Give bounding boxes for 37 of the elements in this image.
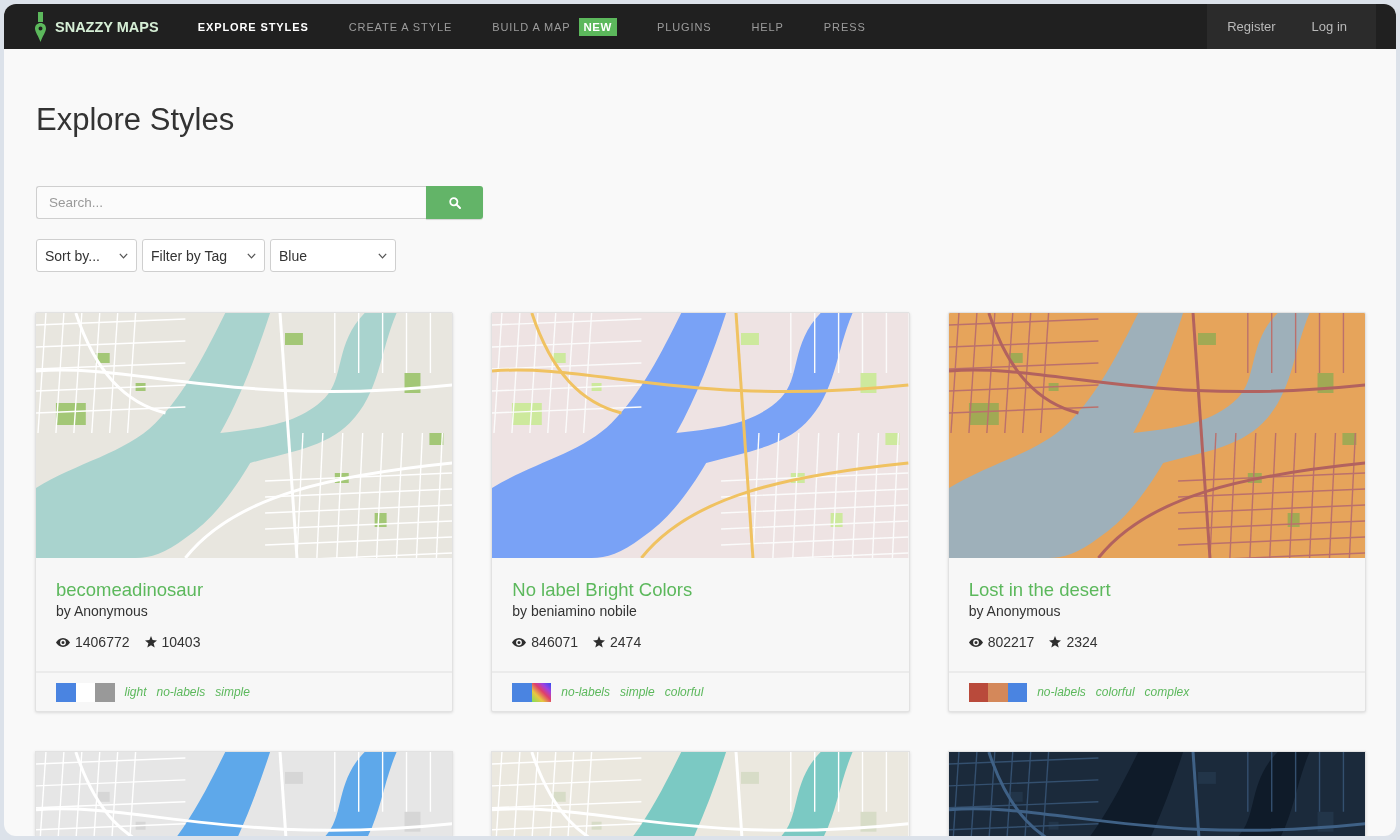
eye-icon	[56, 637, 70, 647]
nav-link[interactable]: PRESS	[803, 4, 886, 49]
favorite-count: 2324	[1066, 634, 1098, 650]
author-text: by Anonymous	[56, 602, 148, 621]
new-badge: NEW	[578, 17, 617, 36]
search-icon	[448, 196, 461, 209]
eye-icon	[512, 637, 527, 647]
nav-link[interactable]: CREATE A STYLE	[328, 4, 473, 49]
favorite-count: 2474	[610, 634, 642, 650]
map-pin-logo-icon	[35, 11, 46, 42]
page-title: Explore Styles	[36, 101, 235, 139]
chevron-down-icon	[247, 252, 256, 259]
favorite-count: 10403	[161, 634, 201, 650]
filter-dropdown[interactable]: Sort by...	[36, 239, 137, 272]
chevron-down-icon	[378, 252, 387, 259]
nav-link[interactable]: EXPLORE STYLES	[177, 4, 329, 49]
filter-dropdown[interactable]: Filter by Tag	[142, 239, 265, 272]
author-text: by Anonymous	[968, 602, 1061, 621]
view-count: 1406772	[75, 634, 130, 650]
view-count: 802217	[987, 634, 1035, 650]
nav-link[interactable]: HELP	[731, 4, 804, 49]
star-icon	[1049, 636, 1062, 648]
star-icon	[144, 636, 157, 648]
chevron-down-icon	[119, 252, 128, 259]
account-link[interactable]: Register	[1209, 4, 1294, 49]
author-text: by beniamino nobile	[512, 602, 637, 621]
filter-dropdown[interactable]: Blue	[270, 239, 396, 272]
search-field[interactable]: Search...	[36, 186, 426, 219]
logo-text[interactable]: SNAZZY MAPS	[55, 18, 159, 35]
search-button[interactable]	[426, 186, 483, 219]
gradient-swatch-icon	[531, 682, 552, 702]
eye-icon	[968, 637, 983, 647]
star-icon	[593, 636, 606, 648]
account-link[interactable]: Log in	[1293, 4, 1365, 49]
view-count: 846071	[531, 634, 579, 650]
nav-link[interactable]: PLUGINS	[636, 4, 732, 49]
nav-link[interactable]: BUILD A MAP NEW	[472, 4, 637, 49]
